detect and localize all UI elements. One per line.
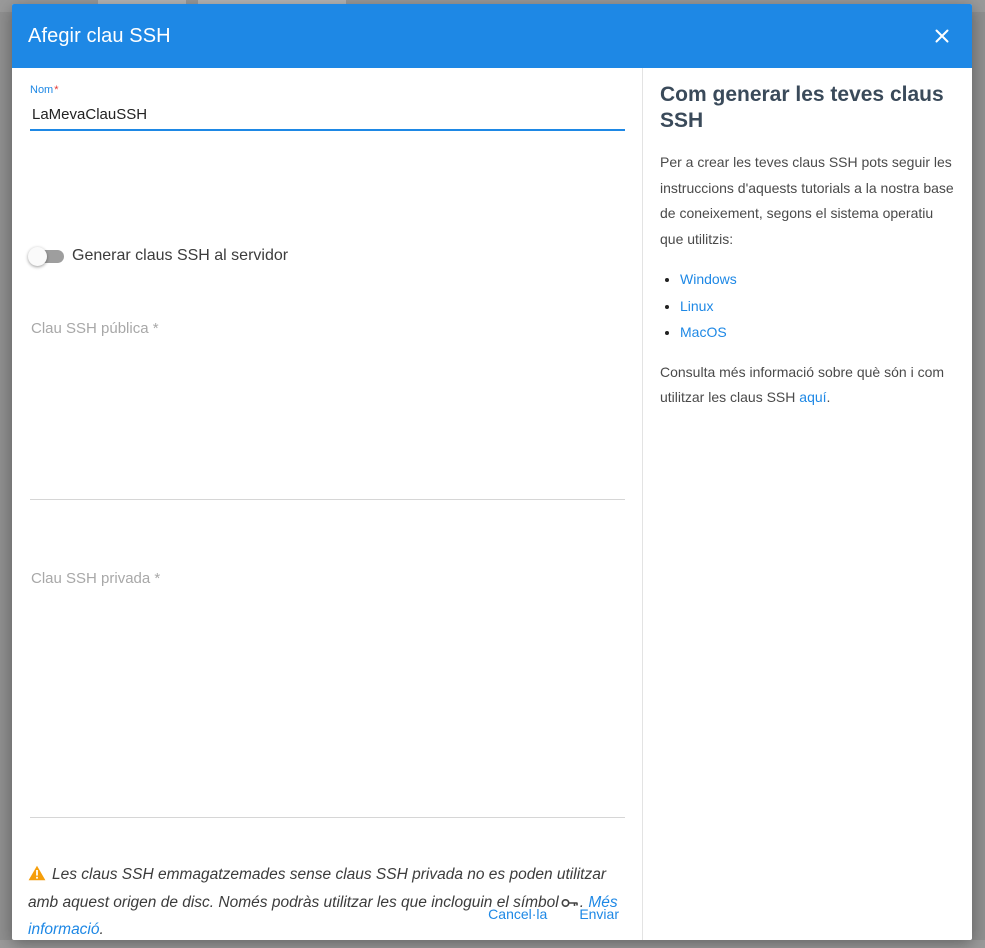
public-key-textarea[interactable] — [30, 320, 625, 499]
help-more-end: . — [826, 389, 831, 405]
dialog-body: Nom* Generar claus SSH al servidor Clau … — [12, 68, 972, 940]
name-label: Nom* — [30, 84, 625, 98]
submit-button[interactable]: Enviar — [568, 900, 630, 928]
private-key-textarea[interactable] — [30, 570, 625, 817]
toggle-thumb — [28, 247, 47, 266]
linux-link[interactable]: Linux — [680, 298, 713, 314]
required-mark: * — [54, 84, 59, 96]
cancel-button[interactable]: Cancel·la — [477, 900, 558, 928]
dialog-title: Afegir clau SSH — [28, 24, 171, 47]
windows-link[interactable]: Windows — [680, 271, 737, 287]
name-label-text: Nom — [30, 84, 54, 96]
dialog-header: Afegir clau SSH — [12, 4, 972, 68]
here-link[interactable]: aquí — [799, 389, 826, 405]
generate-keys-toggle[interactable] — [28, 246, 64, 266]
public-key-field: Clau SSH pública * — [30, 320, 625, 500]
dialog-actions: Cancel·la Enviar — [477, 900, 630, 928]
list-item: MacOS — [680, 319, 954, 346]
generate-keys-label: Generar claus SSH al servidor — [72, 247, 289, 264]
help-intro: Per a crear les teves claus SSH pots seg… — [660, 154, 954, 247]
backdrop-bottom — [0, 940, 985, 948]
close-button[interactable] — [928, 22, 956, 50]
close-icon — [935, 29, 949, 43]
form-panel: Nom* Generar claus SSH al servidor Clau … — [12, 68, 643, 940]
warning-end: . — [99, 921, 104, 938]
help-title: Com generar les teves claus SSH — [660, 83, 944, 132]
macos-link[interactable]: MacOS — [680, 324, 727, 340]
generate-keys-toggle-row: Generar claus SSH al servidor — [28, 246, 288, 266]
warning-icon — [28, 864, 46, 890]
name-field: Nom* — [30, 84, 625, 131]
name-input[interactable] — [30, 98, 625, 131]
tutorial-links: Windows Linux MacOS — [660, 266, 954, 346]
private-key-field: Clau SSH privada * — [30, 570, 625, 818]
help-more: Consulta més informació sobre què són i … — [660, 360, 954, 411]
list-item: Linux — [680, 293, 954, 320]
help-panel: Com generar les teves claus SSH Per a cr… — [643, 68, 972, 940]
list-item: Windows — [680, 266, 954, 293]
add-ssh-key-dialog: Afegir clau SSH Nom* Generar claus SSH a… — [12, 4, 972, 940]
